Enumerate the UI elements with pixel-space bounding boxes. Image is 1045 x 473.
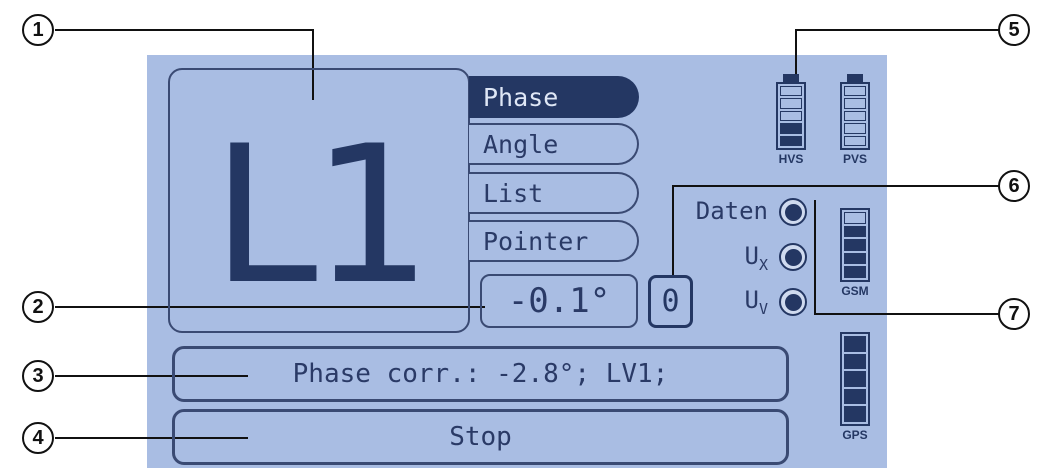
callout-3: 3 bbox=[22, 360, 54, 392]
indicator-uv-led-icon bbox=[779, 288, 807, 316]
battery-segment bbox=[844, 239, 866, 251]
battery-segment bbox=[780, 110, 802, 122]
stop-button[interactable]: Stop bbox=[172, 409, 789, 465]
battery-segment bbox=[844, 123, 866, 134]
battery-segment bbox=[844, 135, 866, 146]
angle-value-display: -0.1° bbox=[480, 274, 638, 328]
tab-list[interactable]: List bbox=[469, 172, 639, 214]
callout-5: 5 bbox=[998, 14, 1030, 46]
battery-segment bbox=[844, 266, 866, 278]
battery-segment bbox=[844, 110, 866, 122]
callout-7: 7 bbox=[998, 298, 1030, 330]
battery-segment bbox=[780, 123, 802, 134]
battery-segment bbox=[844, 336, 866, 352]
indicator-ux-led-icon bbox=[779, 243, 807, 271]
callout-2: 2 bbox=[22, 291, 54, 323]
battery-segment bbox=[844, 353, 866, 370]
battery-gps-icon bbox=[840, 332, 870, 426]
battery-segment bbox=[780, 135, 802, 146]
battery-pvs: PVS bbox=[840, 74, 870, 166]
battery-gsm-label: GSM bbox=[841, 284, 869, 298]
tab-pointer[interactable]: Pointer bbox=[469, 220, 639, 262]
indicator-label-uv: UV bbox=[744, 286, 768, 318]
battery-segment bbox=[844, 252, 866, 265]
indicator-label-ux: UX bbox=[744, 242, 768, 274]
callout-6: 6 bbox=[998, 170, 1030, 202]
battery-segment bbox=[844, 225, 866, 238]
callout-4: 4 bbox=[22, 422, 54, 454]
counter-display: 0 bbox=[648, 275, 693, 328]
status-line: Phase corr.: -2.8°; LV1; bbox=[172, 346, 789, 402]
battery-gps-label: GPS bbox=[842, 428, 868, 442]
battery-hvs-icon bbox=[776, 82, 806, 150]
battery-pvs-label: PVS bbox=[842, 152, 867, 166]
indicator-daten-led-icon bbox=[779, 198, 807, 226]
battery-segment bbox=[780, 98, 802, 109]
battery-gsm-icon bbox=[840, 208, 870, 282]
battery-gps: GPS bbox=[840, 332, 870, 442]
battery-segment bbox=[844, 388, 866, 405]
battery-segment bbox=[844, 85, 866, 97]
battery-pvs-icon bbox=[840, 82, 870, 150]
tab-angle[interactable]: Angle bbox=[469, 123, 639, 165]
battery-cap-icon bbox=[783, 74, 799, 82]
battery-cap-icon bbox=[847, 74, 863, 82]
battery-hvs: HVS bbox=[776, 74, 806, 166]
indicator-label-daten: Daten bbox=[695, 197, 768, 225]
battery-gsm: GSM bbox=[840, 208, 870, 298]
battery-segment bbox=[844, 98, 866, 109]
phase-display-label: L1 bbox=[211, 105, 433, 326]
callout-1: 1 bbox=[22, 14, 54, 46]
battery-segment bbox=[780, 85, 802, 97]
tab-phase[interactable]: Phase bbox=[469, 76, 639, 118]
battery-segment bbox=[844, 406, 866, 422]
battery-segment bbox=[844, 371, 866, 387]
battery-hvs-label: HVS bbox=[778, 152, 804, 166]
battery-segment bbox=[844, 212, 866, 224]
